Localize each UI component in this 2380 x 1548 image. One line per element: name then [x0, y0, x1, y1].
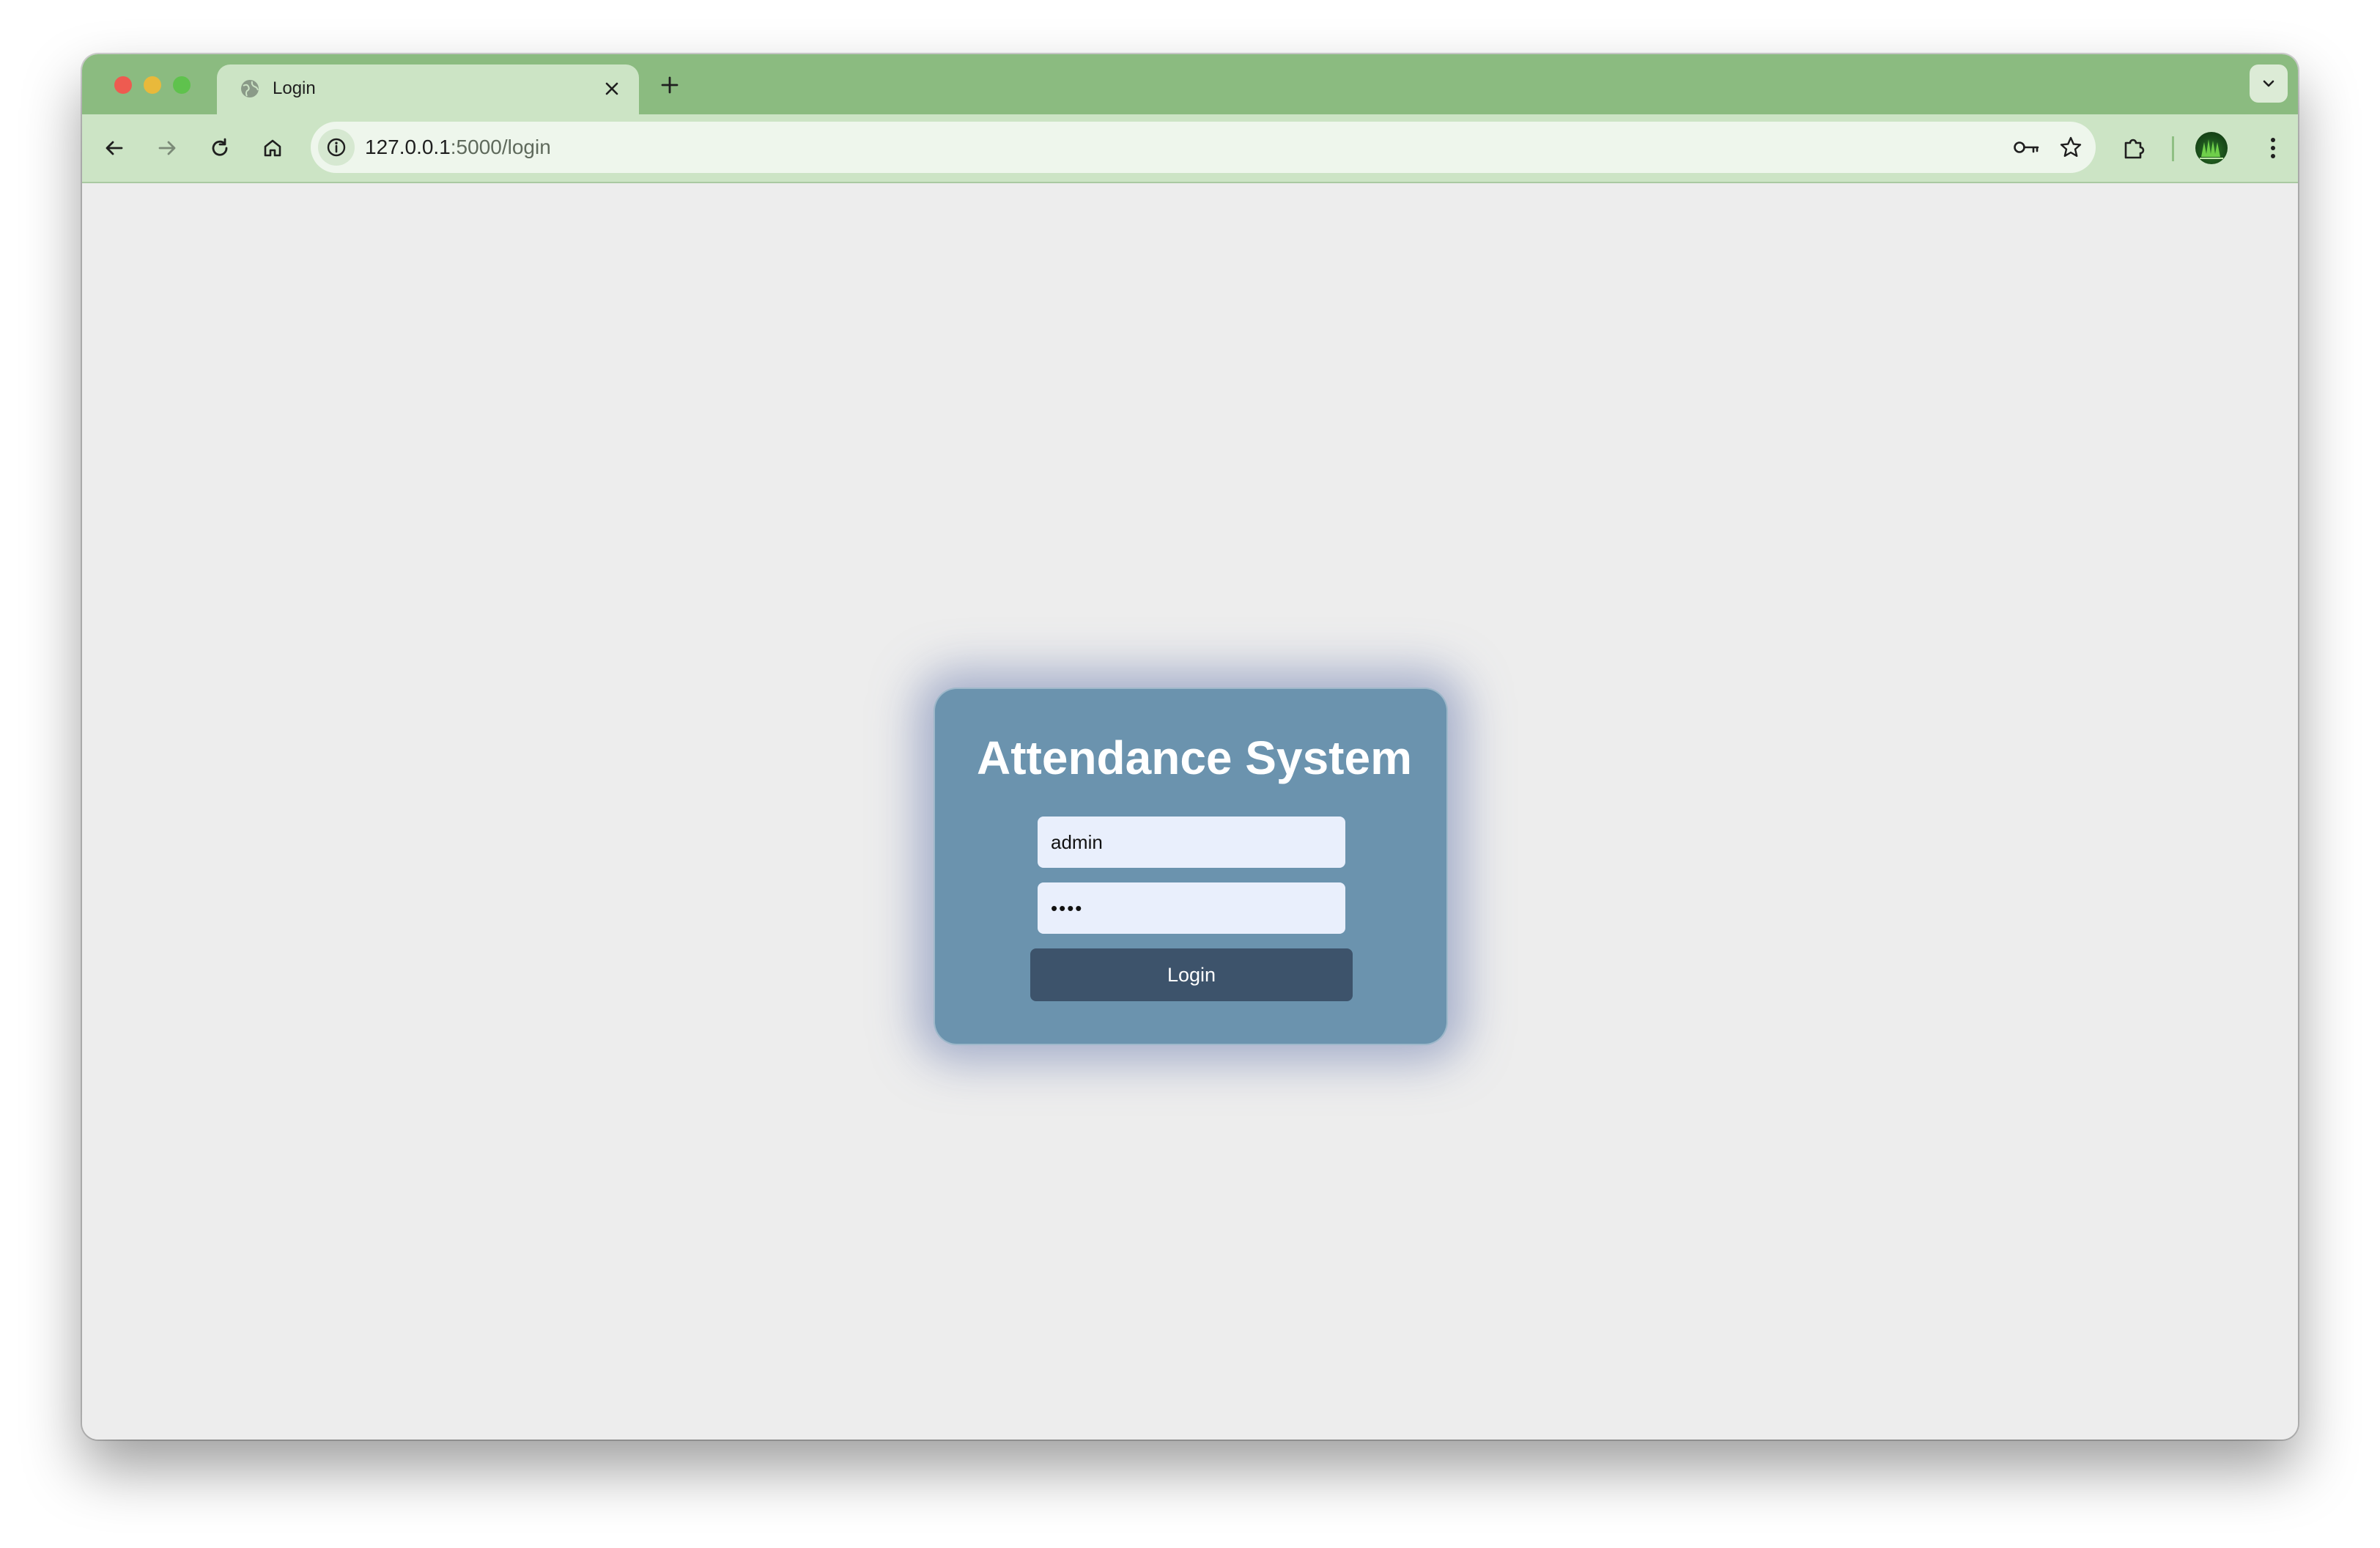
close-window-button[interactable] — [114, 76, 132, 94]
toolbar-divider — [2172, 136, 2174, 161]
profile-avatar[interactable] — [2195, 132, 2228, 164]
page-title: Attendance System — [977, 731, 1412, 784]
forward-icon — [158, 141, 176, 155]
browser-toolbar: 127.0.0.1:5000/login — [82, 114, 2298, 183]
globe-icon — [241, 80, 259, 97]
tab-close-button[interactable] — [599, 76, 624, 101]
url-host: 127.0.0.1 — [365, 136, 451, 158]
address-bar[interactable]: 127.0.0.1:5000/login — [311, 122, 2096, 173]
page-content: Attendance System Login — [82, 183, 2298, 1440]
plus-icon — [661, 76, 679, 94]
login-card: Attendance System Login — [934, 688, 1448, 1045]
tab-search-button[interactable] — [2250, 64, 2288, 103]
home-button[interactable] — [255, 130, 290, 166]
extensions-icon — [2124, 139, 2145, 159]
star-icon — [2060, 136, 2082, 157]
password-input[interactable] — [1038, 882, 1345, 934]
url-text: 127.0.0.1:5000/login — [365, 136, 551, 158]
tab-login[interactable]: Login — [217, 64, 639, 114]
tab-title: Login — [273, 78, 316, 98]
maximize-window-button[interactable] — [173, 76, 191, 94]
reload-button[interactable] — [202, 130, 237, 166]
reload-icon — [212, 138, 228, 156]
browser-menu-button[interactable] — [2255, 130, 2291, 166]
password-manager-button[interactable] — [2009, 130, 2044, 165]
more-icon — [2271, 138, 2275, 158]
username-input[interactable] — [1038, 817, 1345, 868]
forward-button[interactable] — [149, 130, 185, 166]
close-icon — [605, 82, 618, 95]
extensions-button[interactable] — [2116, 130, 2151, 166]
chevron-down-icon — [2263, 80, 2274, 87]
login-button[interactable]: Login — [1030, 948, 1353, 1001]
tab-strip: Login — [82, 54, 2298, 114]
url-path: :5000/login — [450, 136, 551, 158]
back-button[interactable] — [97, 130, 132, 166]
site-info-button[interactable] — [318, 129, 355, 166]
info-icon — [327, 138, 346, 157]
minimize-window-button[interactable] — [144, 76, 161, 94]
bookmark-button[interactable] — [2053, 130, 2088, 165]
back-icon — [106, 141, 123, 155]
avatar-image — [2200, 139, 2223, 159]
home-icon — [264, 139, 281, 157]
browser-window: Login 127.0.0.1:5000/login Attendance Sy… — [82, 54, 2298, 1440]
new-tab-button[interactable] — [655, 70, 684, 100]
key-icon — [2014, 141, 2039, 153]
